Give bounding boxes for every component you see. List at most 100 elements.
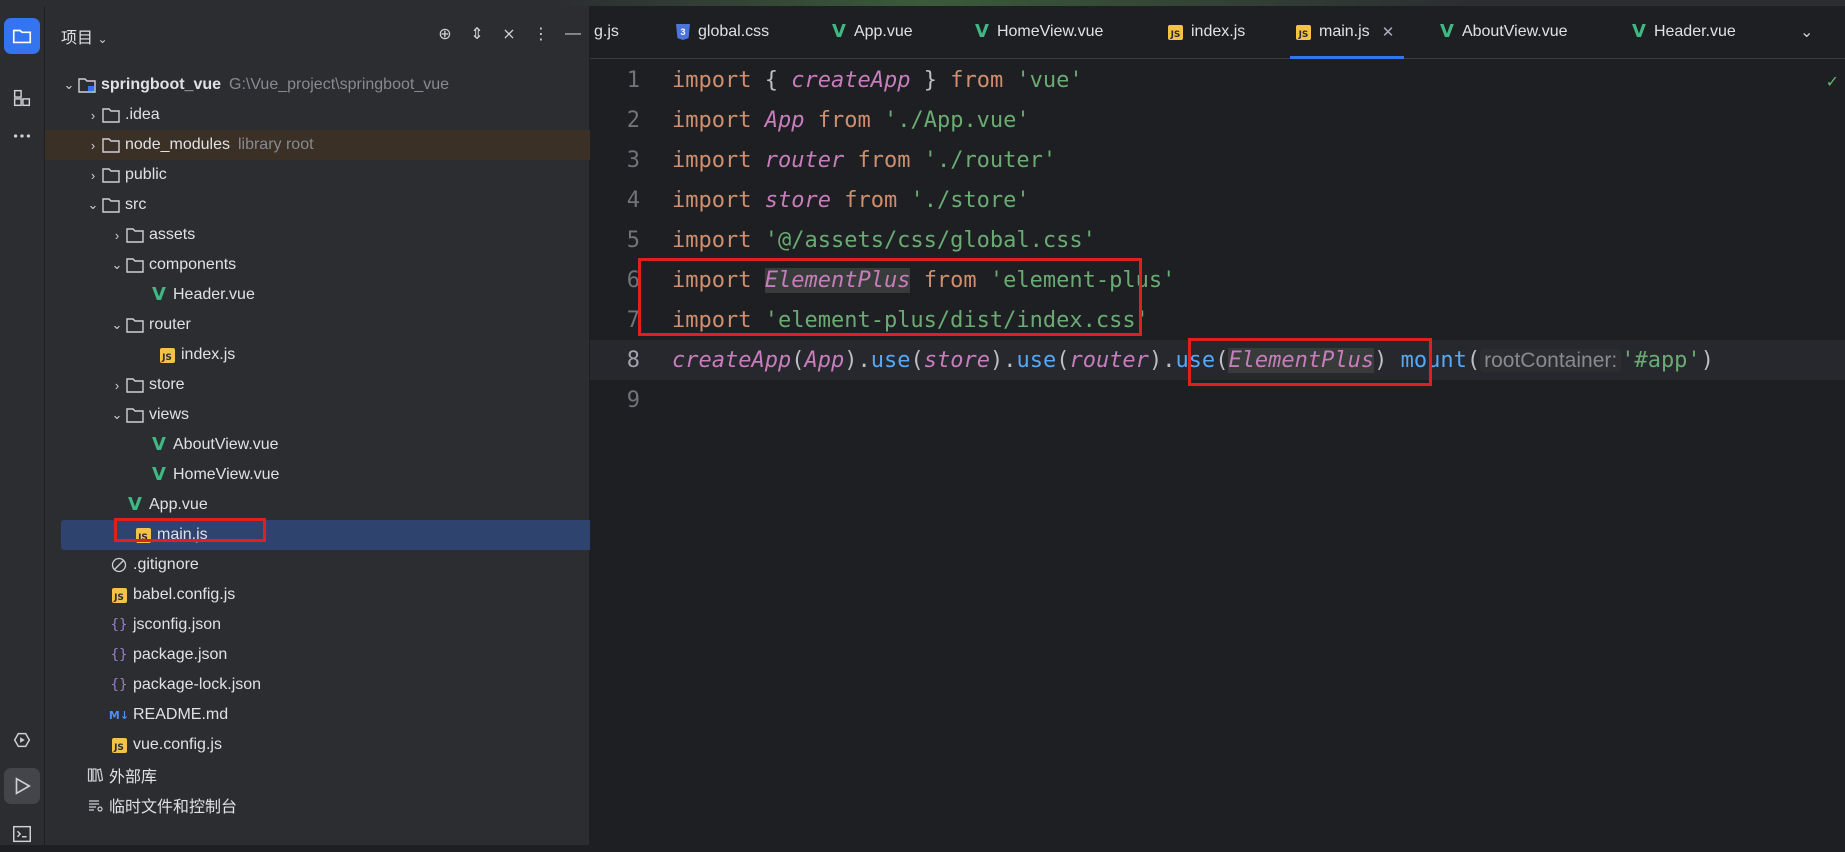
library-root-hint: library root [237, 136, 314, 153]
vue-file-icon: V [152, 284, 166, 305]
code-line: 3 import router from './router' [590, 140, 1845, 180]
chevron-right-icon[interactable]: › [85, 137, 101, 153]
tree-item-app-vue[interactable]: V App.vue [45, 490, 669, 520]
tree-item-label: components [149, 256, 237, 273]
tree-item-assets[interactable]: › assets [45, 220, 653, 250]
services-icon [13, 732, 31, 748]
chevron-right-icon[interactable]: › [109, 227, 125, 243]
js-file-icon: JS [109, 585, 129, 605]
chevron-down-icon[interactable]: ⌄ [109, 407, 125, 423]
project-tool-button[interactable] [4, 18, 40, 54]
vue-file-icon: V [975, 21, 989, 42]
code-text: import { createApp } from 'vue' [672, 67, 1083, 93]
locate-file-button[interactable]: ⊕ [429, 20, 461, 48]
terminal-tool-button[interactable] [4, 816, 40, 852]
code-line: 9 [590, 380, 1845, 420]
chevron-right-icon[interactable]: › [85, 107, 101, 123]
chevron-down-icon[interactable]: ⌄ [109, 317, 125, 333]
tab-label: AboutView.vue [1461, 23, 1568, 40]
options-button[interactable]: ⋮ [525, 20, 557, 48]
tree-item-scratches-consoles[interactable]: 临时文件和控制台 [45, 790, 629, 820]
json-file-icon: {} [110, 617, 128, 633]
tab-global-css[interactable]: 3 global.css [676, 6, 769, 58]
line-number: 3 [626, 147, 640, 173]
tree-item-label: views [149, 406, 190, 423]
tree-item-vue-config-js[interactable]: JS vue.config.js [45, 730, 653, 760]
markdown-file-icon: M↓ [108, 708, 130, 722]
chevron-right-icon[interactable]: › [85, 167, 101, 183]
run-icon [15, 777, 31, 795]
chevron-down-icon[interactable]: ⌄ [85, 197, 101, 213]
tab-header-vue[interactable]: V Header.vue [1632, 6, 1736, 58]
vue-file-icon: V [832, 21, 846, 42]
tree-item-label: 外部库 [109, 769, 158, 786]
scratches-icon [85, 795, 105, 815]
tree-item-jsconfig-json[interactable]: {} jsconfig.json [45, 610, 653, 640]
tree-item-external-libraries[interactable]: 外部库 [45, 760, 629, 790]
collapse-icon: ⨯ [502, 26, 516, 43]
ignore-file-icon [109, 555, 129, 575]
tree-item-node-modules[interactable]: › node_modules library root [45, 130, 629, 160]
code-text: import router from './router' [672, 147, 1057, 173]
tab-label: index.js [1191, 23, 1246, 40]
tree-item-gitignore[interactable]: .gitignore [45, 550, 653, 580]
folder-icon [125, 375, 145, 395]
line-number: 9 [626, 387, 640, 413]
run-tool-button[interactable] [4, 768, 40, 804]
tree-item-label: vue.config.js [133, 736, 222, 753]
folder-icon [12, 29, 32, 44]
tree-item-springboot-vue[interactable]: ⌄ springboot_vue G:\Vue_project\springbo… [45, 70, 605, 100]
more-icon [13, 134, 31, 138]
tree-item-label: .gitignore [133, 556, 199, 573]
tree-item-views[interactable]: ⌄ views [45, 400, 653, 430]
tree-item-label: index.js [181, 346, 236, 363]
structure-tool-button[interactable] [4, 80, 40, 116]
tree-item-label: router [149, 316, 191, 333]
tab-g-js[interactable]: g.js [594, 6, 619, 58]
tree-item-src[interactable]: ⌄ src [45, 190, 629, 220]
services-tool-button[interactable] [4, 722, 40, 758]
tree-item-store[interactable]: › store [45, 370, 653, 400]
module-folder-icon [77, 75, 97, 95]
annotation-box-use-elementplus [1188, 338, 1432, 386]
expand-all-button[interactable]: ⇕ [461, 20, 493, 48]
code-text: import App from './App.vue' [672, 107, 1030, 133]
code-text: import store from './store' [672, 187, 1030, 213]
chevron-down-icon[interactable]: ⌄ [109, 257, 125, 273]
tree-item-babel-config-js[interactable]: JS babel.config.js [45, 580, 653, 610]
tree-item-package-json[interactable]: {} package.json [45, 640, 653, 670]
chevron-right-icon[interactable]: › [109, 377, 125, 393]
json-file-icon: {} [110, 647, 128, 663]
parameter-hint: rootContainer: [1480, 348, 1622, 372]
line-number: 2 [626, 107, 640, 133]
line-number: 1 [626, 67, 640, 93]
vue-file-icon: V [128, 494, 142, 515]
close-icon[interactable]: ✕ [1382, 23, 1395, 41]
tree-item-label: Header.vue [173, 286, 255, 303]
tree-item-router[interactable]: ⌄ router [45, 310, 653, 340]
tree-item-components[interactable]: ⌄ components [45, 250, 653, 280]
tree-item-path-hint: G:\Vue_project\springboot_vue [229, 76, 450, 93]
tree-item-public[interactable]: › public [45, 160, 629, 190]
tree-item-label: App.vue [149, 496, 208, 513]
js-file-icon: JS [1296, 24, 1311, 40]
tab-aboutview-vue[interactable]: V AboutView.vue [1440, 6, 1568, 58]
collapse-all-button[interactable]: ⨯ [493, 20, 525, 48]
tab-main-js[interactable]: JS main.js ✕ [1290, 6, 1405, 59]
hide-panel-button[interactable]: — [557, 20, 589, 48]
project-view-selector[interactable]: 项目 ⌄ [61, 24, 108, 48]
tree-item-package-lock-json[interactable]: {} package-lock.json [45, 670, 653, 700]
more-tools-button[interactable] [4, 118, 40, 154]
folder-icon [125, 315, 145, 335]
chevron-down-icon[interactable]: ⌄ [61, 77, 77, 93]
tree-item-idea[interactable]: › .idea [45, 100, 629, 130]
tab-index-js[interactable]: JS index.js [1168, 6, 1245, 58]
tab-list-button[interactable]: ⌄ [1800, 6, 1813, 58]
library-icon [85, 765, 105, 785]
tree-item-readme-md[interactable]: M↓ README.md [45, 700, 653, 730]
tree-item-label: package-lock.json [133, 676, 262, 693]
tab-app-vue[interactable]: V App.vue [832, 6, 913, 58]
tab-homeview-vue[interactable]: V HomeView.vue [975, 6, 1103, 58]
folder-icon [101, 105, 121, 125]
folder-icon [125, 405, 145, 425]
